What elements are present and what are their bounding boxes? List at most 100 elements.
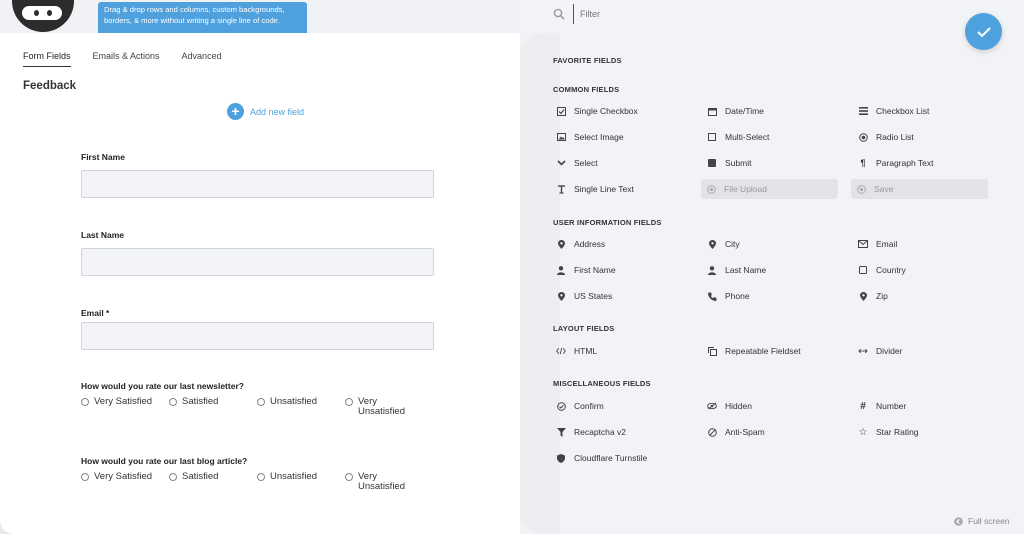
map-pin-icon xyxy=(707,239,717,249)
radio-option[interactable]: Very Unsatisfied xyxy=(345,472,415,492)
save-icon xyxy=(856,184,866,194)
radio-circle-icon xyxy=(257,473,265,481)
filter-icon xyxy=(556,427,566,437)
map-pin-icon xyxy=(556,291,566,301)
square-icon xyxy=(707,133,717,141)
add-new-field-label: Add new field xyxy=(250,106,305,117)
search-icon xyxy=(553,8,565,20)
filter-input[interactable] xyxy=(573,4,773,24)
layout-fields-heading: LAYOUT FIELDS xyxy=(553,324,615,333)
newsletter-rating-group: Very Satisfied Satisfied Unsatisfied Ver… xyxy=(81,397,415,417)
star-icon: ☆ xyxy=(858,426,868,438)
image-icon xyxy=(556,133,566,141)
field-anti-spam[interactable]: Anti-Spam xyxy=(704,422,765,442)
checkbox-icon xyxy=(556,106,566,116)
field-single-line-text[interactable]: Single Line Text xyxy=(553,179,634,199)
last-name-field[interactable] xyxy=(81,248,434,276)
field-save: Save xyxy=(851,179,988,199)
radio-circle-icon xyxy=(345,398,353,406)
field-submit[interactable]: Submit xyxy=(704,153,751,173)
field-checkbox-list[interactable]: Checkbox List xyxy=(855,101,929,121)
field-multi-select[interactable]: Multi-Select xyxy=(704,127,769,147)
ban-icon xyxy=(707,427,717,437)
radio-circle-icon xyxy=(81,473,89,481)
shield-icon xyxy=(556,453,566,463)
field-hidden[interactable]: Hidden xyxy=(704,396,752,416)
field-confirm[interactable]: Confirm xyxy=(553,396,604,416)
field-email[interactable]: Email xyxy=(855,234,897,254)
field-us-states[interactable]: US States xyxy=(553,286,612,306)
done-button[interactable] xyxy=(965,13,1002,50)
field-radio-list[interactable]: Radio List xyxy=(855,127,914,147)
text-cursor-icon xyxy=(556,184,566,194)
radio-option[interactable]: Very Satisfied xyxy=(81,397,169,417)
plus-icon: + xyxy=(227,103,244,120)
tab-emails-actions[interactable]: Emails & Actions xyxy=(93,51,160,67)
radio-circle-icon xyxy=(169,398,177,406)
ninja-logo xyxy=(10,0,76,33)
list-icon xyxy=(858,107,868,115)
field-address[interactable]: Address xyxy=(553,234,605,254)
calendar-icon xyxy=(707,107,717,116)
field-number[interactable]: # Number xyxy=(855,396,906,416)
radio-circle-icon xyxy=(345,473,353,481)
form-builder: Form Fields Emails & Actions Advanced Fe… xyxy=(0,33,540,534)
field-cloudflare-turnstile[interactable]: Cloudflare Turnstile xyxy=(553,448,647,468)
filter-row xyxy=(553,4,773,24)
field-paragraph-text[interactable]: ¶ Paragraph Text xyxy=(855,153,933,173)
copy-icon xyxy=(707,346,717,356)
field-recaptcha-v2[interactable]: Recaptcha v2 xyxy=(553,422,626,442)
radio-option[interactable]: Very Satisfied xyxy=(81,472,169,492)
field-panel: FAVORITE FIELDS COMMON FIELDS Single Che… xyxy=(520,0,1024,534)
blog-rating-group: Very Satisfied Satisfied Unsatisfied Ver… xyxy=(81,472,415,492)
map-pin-icon xyxy=(556,239,566,249)
field-file-upload: File Upload xyxy=(701,179,838,199)
map-pin-icon xyxy=(858,291,868,301)
email-field[interactable] xyxy=(81,322,434,350)
form-title: Feedback xyxy=(23,80,77,92)
field-star-rating[interactable]: ☆ Star Rating xyxy=(855,422,919,442)
radio-icon xyxy=(858,132,868,142)
radio-option[interactable]: Satisfied xyxy=(169,472,257,492)
field-select[interactable]: Select xyxy=(553,153,598,173)
arrows-horizontal-icon xyxy=(858,348,868,354)
radio-option[interactable]: Satisfied xyxy=(169,397,257,417)
field-date-time[interactable]: Date/Time xyxy=(704,101,764,121)
add-new-field-button[interactable]: + Add new field xyxy=(227,103,304,120)
last-name-label: Last Name xyxy=(81,230,124,240)
checkmark-icon xyxy=(976,26,991,37)
newsletter-question-label: How would you rate our last newsletter? xyxy=(81,381,244,391)
field-last-name[interactable]: Last Name xyxy=(704,260,766,280)
first-name-field[interactable] xyxy=(81,170,434,198)
code-icon xyxy=(556,347,566,355)
radio-option[interactable]: Very Unsatisfied xyxy=(345,397,415,417)
square-filled-icon xyxy=(707,159,717,167)
field-html[interactable]: HTML xyxy=(553,341,597,361)
radio-circle-icon xyxy=(81,398,89,406)
upload-icon xyxy=(706,184,716,194)
field-zip[interactable]: Zip xyxy=(855,286,888,306)
field-phone[interactable]: Phone xyxy=(704,286,750,306)
field-country[interactable]: Country xyxy=(855,260,906,280)
field-city[interactable]: City xyxy=(704,234,740,254)
radio-option[interactable]: Unsatisfied xyxy=(257,472,345,492)
check-circle-icon xyxy=(556,401,566,411)
tab-advanced[interactable]: Advanced xyxy=(182,51,222,67)
radio-option[interactable]: Unsatisfied xyxy=(257,397,345,417)
user-icon xyxy=(707,265,717,275)
tab-form-fields[interactable]: Form Fields xyxy=(23,51,71,67)
field-select-image[interactable]: Select Image xyxy=(553,127,624,147)
user-info-fields-heading: USER INFORMATION FIELDS xyxy=(553,218,662,227)
field-repeatable-fieldset[interactable]: Repeatable Fieldset xyxy=(704,341,801,361)
paragraph-icon: ¶ xyxy=(860,158,866,168)
radio-circle-icon xyxy=(257,398,265,406)
tab-bar: Form Fields Emails & Actions Advanced xyxy=(23,51,222,67)
hash-icon: # xyxy=(860,400,866,412)
misc-fields-heading: MISCELLANEOUS FIELDS xyxy=(553,379,651,388)
radio-circle-icon xyxy=(169,473,177,481)
full-screen-button[interactable]: Full screen xyxy=(954,516,1010,526)
field-single-checkbox[interactable]: Single Checkbox xyxy=(553,101,638,121)
field-first-name[interactable]: First Name xyxy=(553,260,616,280)
field-divider[interactable]: Divider xyxy=(855,341,902,361)
chevron-down-icon xyxy=(556,160,566,166)
